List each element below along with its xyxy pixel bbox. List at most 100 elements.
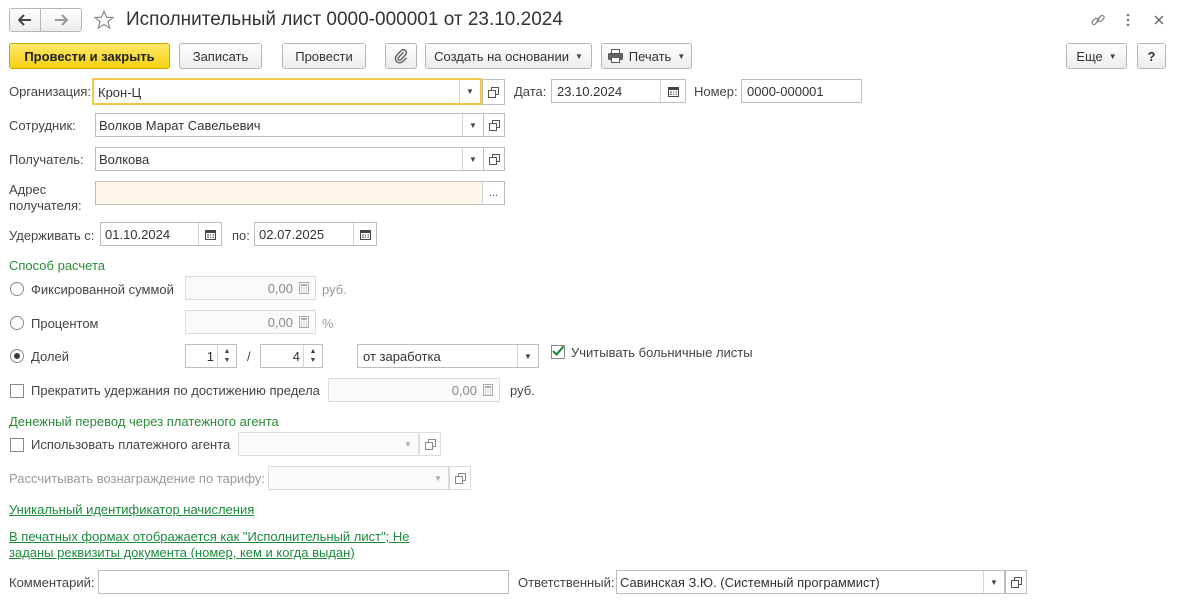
comment-field[interactable] — [98, 570, 509, 594]
arrow-right-icon — [55, 14, 68, 26]
open-window-icon — [424, 438, 436, 450]
link-icon[interactable] — [1088, 10, 1108, 30]
withhold-from-field[interactable]: 01.10.2024 — [100, 222, 222, 246]
share-radio[interactable] — [10, 349, 24, 363]
withhold-to-field[interactable]: 02.07.2025 — [254, 222, 377, 246]
create-based-on-button[interactable]: Создать на основании ▼ — [425, 43, 592, 69]
comment-label: Комментарий: — [9, 575, 95, 590]
post-and-close-button[interactable]: Провести и закрыть — [9, 43, 170, 69]
chevron-down-icon[interactable]: ▼ — [517, 345, 538, 367]
chevron-down-icon[interactable]: ▼ — [459, 80, 480, 103]
responsible-field[interactable]: Савинская З.Ю. (Системный программист) ▼ — [616, 570, 1005, 594]
attach-button[interactable] — [385, 43, 417, 69]
fixed-sum-unit: руб. — [322, 282, 347, 297]
fixed-sum-value: 0,00 — [267, 281, 293, 296]
stop-limit-value: 0,00 — [451, 383, 477, 398]
withhold-from-label: Удерживать с: — [9, 228, 95, 243]
recipient-open-button[interactable] — [483, 147, 505, 171]
stop-limit-label: Прекратить удержания по достижению преде… — [31, 383, 320, 398]
back-button[interactable] — [9, 8, 41, 32]
checkmark-icon — [552, 345, 565, 357]
percent-value: 0,00 — [267, 315, 293, 330]
printer-icon — [607, 49, 623, 63]
chevron-down-icon[interactable]: ▼ — [462, 148, 483, 170]
calendar-icon[interactable] — [353, 223, 376, 245]
agent-open-button[interactable] — [419, 432, 441, 456]
stepper-icon[interactable]: ▲ ▼ — [303, 345, 322, 367]
print-label: Печать — [628, 48, 672, 64]
print-forms-link-line2[interactable]: заданы реквизиты документа (номер, кем и… — [9, 545, 355, 560]
paperclip-icon — [394, 49, 407, 64]
calendar-icon[interactable] — [198, 223, 221, 245]
fixed-sum-field[interactable]: 0,00 — [185, 276, 316, 300]
recipient-label: Получатель: — [9, 152, 84, 167]
more-vertical-icon[interactable] — [1120, 10, 1136, 30]
stop-limit-field[interactable]: 0,00 — [328, 378, 500, 402]
page-title: Исполнительный лист 0000-000001 от 23.10… — [126, 9, 563, 30]
more-button[interactable]: Еще ▼ — [1066, 43, 1127, 69]
percent-field[interactable]: 0,00 — [185, 310, 316, 334]
percent-label: Процентом — [31, 316, 99, 331]
share-base-value: от заработка — [363, 349, 441, 364]
chevron-down-icon[interactable]: ▼ — [462, 114, 483, 136]
sick-leave-checkbox[interactable] — [551, 345, 565, 359]
withhold-to-label: по: — [232, 228, 250, 243]
post-label: Провести — [295, 48, 353, 64]
address-label-line2: получателя: — [9, 198, 82, 213]
responsible-open-button[interactable] — [1005, 570, 1027, 594]
transfer-section-title: Денежный перевод через платежного агента — [9, 414, 279, 429]
print-button[interactable]: Печать ▼ — [601, 43, 692, 69]
withhold-from-value: 01.10.2024 — [105, 227, 171, 242]
percent-radio[interactable] — [10, 316, 24, 330]
address-field[interactable]: ... — [95, 181, 505, 205]
number-field[interactable]: 0000-000001 — [741, 79, 862, 103]
chevron-down-icon[interactable]: ▼ — [983, 571, 1004, 593]
address-select-button[interactable]: ... — [482, 182, 504, 204]
withhold-to-value: 02.07.2025 — [259, 227, 325, 242]
share-denominator-field[interactable]: 4 ▲ ▼ — [260, 344, 323, 368]
fee-tariff-select[interactable]: ▼ — [268, 466, 449, 490]
create-based-on-label: Создать на основании — [434, 48, 569, 64]
calculator-icon[interactable] — [477, 379, 499, 401]
fee-tariff-open-button[interactable] — [449, 466, 471, 490]
date-field[interactable]: 23.10.2024 — [551, 79, 686, 103]
percent-unit: % — [322, 316, 334, 331]
organization-field[interactable]: Крон-Ц ▼ — [92, 78, 482, 105]
address-label-line1: Адрес — [9, 182, 47, 197]
save-button[interactable]: Записать — [179, 43, 262, 69]
date-label: Дата: — [514, 84, 547, 99]
help-button[interactable]: ? — [1137, 43, 1166, 69]
print-forms-link-line1[interactable]: В печатных формах отображается как "Испо… — [9, 529, 410, 544]
post-button[interactable]: Провести — [282, 43, 366, 69]
agent-select[interactable]: ▼ — [238, 432, 419, 456]
stop-limit-checkbox[interactable] — [10, 384, 24, 398]
chevron-down-icon[interactable]: ▼ — [428, 467, 448, 489]
share-base-select[interactable]: от заработка ▼ — [357, 344, 539, 368]
employee-field[interactable]: Волков Марат Савельевич ▼ — [95, 113, 484, 137]
chevron-down-icon: ▼ — [1108, 51, 1117, 61]
uid-link[interactable]: Уникальный идентификатор начисления — [9, 502, 254, 517]
stepper-icon[interactable]: ▲ ▼ — [217, 345, 236, 367]
open-window-icon — [454, 472, 466, 484]
organization-value: Крон-Ц — [98, 85, 142, 100]
open-window-icon — [488, 153, 500, 165]
share-numerator-field[interactable]: 1 ▲ ▼ — [185, 344, 237, 368]
use-agent-checkbox[interactable] — [10, 438, 24, 452]
save-label: Записать — [192, 48, 249, 64]
employee-open-button[interactable] — [483, 113, 505, 137]
close-icon[interactable] — [1149, 10, 1169, 30]
chevron-down-icon[interactable]: ▼ — [398, 433, 418, 455]
organization-open-button[interactable] — [482, 79, 505, 105]
sick-leave-label: Учитывать больничные листы — [571, 345, 753, 360]
forward-button[interactable] — [40, 8, 82, 32]
more-label: Еще — [1076, 48, 1103, 64]
fixed-sum-radio[interactable] — [10, 282, 24, 296]
responsible-value: Савинская З.Ю. (Системный программист) — [620, 575, 880, 590]
open-window-icon — [488, 86, 499, 98]
calculator-icon[interactable] — [293, 277, 315, 299]
share-numerator-value: 1 — [206, 349, 214, 364]
calendar-icon[interactable] — [660, 80, 685, 102]
favorite-star-icon[interactable] — [92, 8, 116, 32]
calculator-icon[interactable] — [293, 311, 315, 333]
recipient-field[interactable]: Волкова ▼ — [95, 147, 484, 171]
